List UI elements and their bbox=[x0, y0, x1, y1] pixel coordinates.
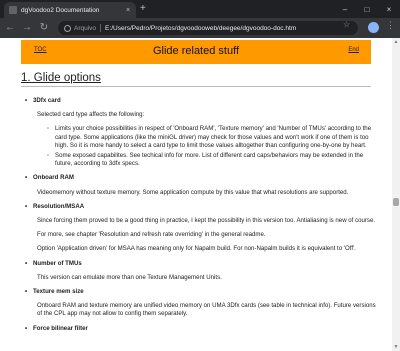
option-3dfx-card-point-2: Some exposed capabilites. See techical i… bbox=[21, 152, 376, 168]
option-tmus-title: Number of TMUs bbox=[21, 260, 376, 268]
option-onboard-ram-text: Videomemory without texture memory. Some… bbox=[37, 188, 349, 196]
browser-window: dgVoodoo2 Documentation × + – □ × ← → ↻ … bbox=[0, 0, 400, 351]
tab-dgvoodoo-doc[interactable]: dgVoodoo2 Documentation × bbox=[4, 2, 136, 18]
tab-close-icon[interactable]: × bbox=[123, 7, 133, 14]
heading-rule bbox=[21, 86, 371, 87]
page-favicon-icon bbox=[9, 6, 17, 14]
back-button[interactable]: ← bbox=[3, 21, 17, 35]
url-scheme-label: Arquivo bbox=[74, 24, 97, 32]
option-3dfx-card-title: 3Dfx card bbox=[21, 97, 376, 105]
option-resolution-msaa-title: Resolution/MSAA bbox=[21, 203, 376, 211]
banner-title: Glide related stuff bbox=[152, 45, 239, 57]
url-text[interactable]: E:/Users/Pedro/Projetos/dgvoodooweb/deeg… bbox=[105, 25, 296, 32]
browser-menu-icon[interactable]: ⋮ bbox=[386, 20, 395, 31]
scroll-up-arrow-icon[interactable]: ▲ bbox=[392, 38, 400, 46]
option-onboard-ram-title: Onboard RAM bbox=[21, 174, 376, 182]
bookmark-star-icon[interactable]: ☆ bbox=[343, 20, 350, 29]
title-bar: dgVoodoo2 Documentation × + – □ × bbox=[0, 0, 400, 18]
option-texture-mem-text: Onboard RAM and texture memory are unifi… bbox=[37, 302, 376, 318]
forward-button[interactable]: → bbox=[20, 21, 34, 35]
site-info-icon[interactable] bbox=[64, 24, 71, 32]
page-scrollbar[interactable]: ▲ ▼ bbox=[392, 38, 400, 351]
option-3dfx-card-point-1: Limits your choice possibilities in resp… bbox=[21, 125, 376, 150]
address-bar[interactable]: Arquivo E:/Users/Pedro/Projetos/dgvoodoo… bbox=[58, 21, 358, 35]
option-bilinear-title: Force bilinear filter bbox=[21, 325, 376, 333]
option-3dfx-card-intro: Selected card type affects the following… bbox=[37, 111, 145, 119]
option-tmus-text: This version can emulate more than one T… bbox=[37, 273, 222, 281]
section-banner: TOC Glide related stuff End bbox=[21, 40, 371, 64]
option-resolution-msaa-p2: For more, see chapter 'Resolution and re… bbox=[37, 231, 266, 239]
minimize-button[interactable]: – bbox=[334, 0, 356, 18]
tab-title: dgVoodoo2 Documentation bbox=[21, 6, 100, 14]
new-tab-button[interactable]: + bbox=[140, 3, 146, 15]
browser-toolbar: ← → ↻ Arquivo E:/Users/Pedro/Projetos/dg… bbox=[0, 18, 400, 38]
address-divider bbox=[100, 24, 102, 32]
scroll-thumb[interactable] bbox=[393, 198, 399, 206]
option-resolution-msaa-p1: Since forcing them proved to be a good t… bbox=[37, 217, 376, 225]
section-heading: 1. Glide options bbox=[21, 72, 101, 84]
page-content: TOC Glide related stuff End 1. Glide opt… bbox=[0, 38, 392, 351]
maximize-button[interactable]: □ bbox=[356, 0, 378, 18]
close-window-button[interactable]: × bbox=[378, 0, 400, 18]
options-list: 3Dfx card Selected card type affects the… bbox=[21, 92, 376, 339]
reload-button[interactable]: ↻ bbox=[37, 21, 51, 35]
option-resolution-msaa-p3: Option 'Application driven' for MSAA has… bbox=[37, 245, 356, 253]
end-link[interactable]: End bbox=[348, 47, 359, 53]
profile-avatar[interactable] bbox=[368, 22, 379, 33]
scroll-down-arrow-icon[interactable]: ▼ bbox=[392, 343, 400, 351]
option-texture-mem-title: Texture mem size bbox=[21, 288, 376, 296]
